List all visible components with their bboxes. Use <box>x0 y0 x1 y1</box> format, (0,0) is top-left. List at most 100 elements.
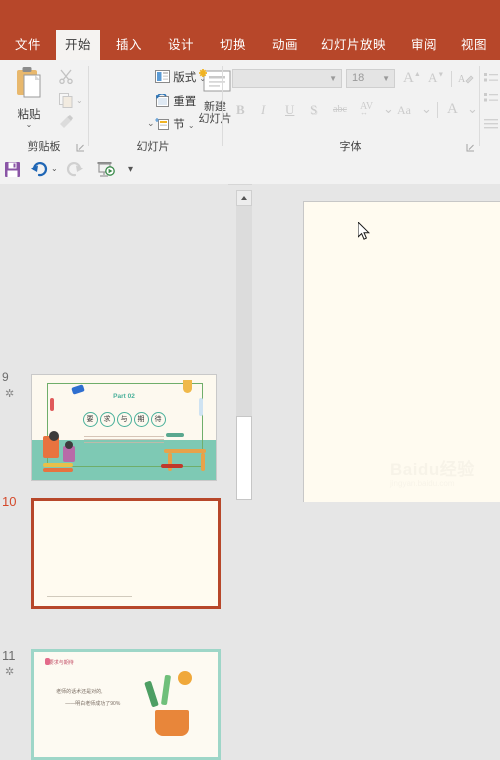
font-color-caret[interactable]: ⌄ <box>467 102 478 115</box>
clipboard-dialog-launcher[interactable] <box>76 143 85 152</box>
ribbon-group-paragraph <box>480 60 500 156</box>
slide-9-title-char: 与 <box>116 411 132 427</box>
slide-thumbnail-pane[interactable]: 9 ✲ Part 02 要求与期待 10 11 ✲ 要求与期待 老师的话术还是对… <box>0 184 228 760</box>
quick-access-toolbar: ⌄ ▾ <box>0 156 500 185</box>
numbered-list-icon <box>484 93 498 102</box>
decrease-font-size-button[interactable]: A▼ <box>428 70 444 86</box>
slide-editor-area[interactable] <box>252 184 500 502</box>
divider <box>437 102 438 118</box>
cut-button[interactable] <box>58 68 74 89</box>
new-slide-dropdown-caret[interactable]: ⌄ <box>147 118 155 129</box>
font-name-combobox[interactable]: ▼ <box>232 69 342 88</box>
italic-button[interactable]: I <box>261 102 265 118</box>
layout-icon <box>155 70 170 83</box>
change-case-button[interactable]: Aa <box>397 103 411 118</box>
slide-9-title-char: 要 <box>82 411 98 427</box>
slide-9-pen-icon <box>50 398 55 412</box>
clipboard-group-label: 剪贴板 <box>27 141 61 153</box>
slide-9-content: Part 02 要求与期待 <box>32 375 216 480</box>
save-button[interactable] <box>4 161 21 183</box>
change-case-caret[interactable]: ⌄ <box>421 102 432 115</box>
scrollbar-thumb[interactable] <box>236 416 252 500</box>
font-size-value: 18 <box>352 72 365 84</box>
undo-dropdown-caret[interactable]: ⌄ <box>51 165 58 173</box>
underline-button[interactable]: U <box>285 102 294 118</box>
ribbon-group-slides: 新建 幻灯片 ⌄ 版式 ⌄ 重置 节 ⌄ 幻灯片 <box>89 60 232 156</box>
layout-label: 版式 <box>173 72 197 84</box>
tab-transitions[interactable]: 切换 <box>211 30 255 60</box>
slide-9-desk <box>164 448 207 453</box>
ribbon-tab-strip: 文件 开始 插入 设计 切换 动画 幻灯片放映 审阅 视图 <box>0 30 500 60</box>
slide-9-animation-icon: ✲ <box>5 388 15 400</box>
slide-thumbnail-10[interactable] <box>31 498 221 609</box>
section-button[interactable]: 节 ⌄ <box>155 116 195 132</box>
tab-slideshow[interactable]: 幻灯片放映 <box>312 30 395 60</box>
slide-thumbnail-9[interactable]: Part 02 要求与期待 <box>31 374 217 481</box>
font-size-combobox[interactable]: 18 ▼ <box>346 69 395 88</box>
title-bar <box>0 0 500 30</box>
slide-9-flask-icon <box>182 380 192 394</box>
tab-review[interactable]: 审阅 <box>402 30 446 60</box>
slide-9-books-4 <box>166 432 185 437</box>
slide-11-heading-icon <box>45 658 51 666</box>
align-left-icon <box>484 119 498 129</box>
slide-number-9: 9 <box>2 370 9 384</box>
align-button[interactable] <box>484 118 498 136</box>
customize-qat-button[interactable]: ▾ <box>128 164 133 175</box>
reset-button[interactable]: 重置 <box>155 93 196 109</box>
reset-label: 重置 <box>173 96 197 108</box>
slide-number-10: 10 <box>2 494 17 509</box>
character-spacing-button[interactable]: AV ↔ <box>360 101 373 117</box>
tab-animations[interactable]: 动画 <box>263 30 307 60</box>
slide-9-tube-icon <box>199 398 204 417</box>
scissors-icon <box>59 69 73 85</box>
start-slideshow-button[interactable] <box>96 160 116 183</box>
slide-10-footer-text <box>46 595 132 599</box>
svg-text:A: A <box>458 74 466 85</box>
format-painter-button[interactable] <box>58 114 74 135</box>
bullet-list-icon <box>484 73 498 82</box>
paste-button[interactable]: 粘贴 ⌄ <box>6 66 52 129</box>
slide-11-pot <box>155 709 190 736</box>
bullets-button[interactable] <box>484 70 498 88</box>
slide-11-content: 要求与期待 老师的话术还是对的, ——明白老师成功了90% <box>34 652 218 757</box>
slide-9-books-2 <box>43 468 74 473</box>
scroll-up-icon <box>241 196 247 200</box>
text-shadow-button[interactable]: S <box>310 102 317 118</box>
tab-file[interactable]: 文件 <box>6 30 50 60</box>
strikethrough-button[interactable]: abc <box>333 104 347 115</box>
start-slideshow-icon <box>97 162 115 177</box>
slide-9-title-char: 期 <box>133 411 149 427</box>
section-label: 节 <box>173 119 185 131</box>
tab-insert[interactable]: 插入 <box>107 30 151 60</box>
watermark-line-1: Baidu经验 <box>390 460 475 479</box>
numbering-button[interactable] <box>484 90 498 108</box>
slide-thumbnail-11[interactable]: 要求与期待 老师的话术还是对的, ——明白老师成功了90% <box>31 649 221 760</box>
character-spacing-caret[interactable]: ⌄ <box>383 102 394 115</box>
redo-button[interactable] <box>66 160 84 183</box>
undo-button[interactable] <box>30 160 48 183</box>
increase-font-size-button[interactable]: A▲ <box>403 70 421 87</box>
layout-button[interactable]: 版式 ⌄ <box>155 69 206 85</box>
watermark-line-2: jingyan.baidu.com <box>390 479 455 488</box>
tab-design[interactable]: 设计 <box>159 30 203 60</box>
slide-number-11: 11 <box>2 648 16 663</box>
ribbon-group-font: ▼ 18 ▼ A▲ A▼ A B I U S abc AV ↔ ⌄ Aa ⌄ A… <box>223 60 478 156</box>
slide-9-books-1 <box>43 463 74 468</box>
section-icon <box>155 118 169 130</box>
font-group-label: 字体 <box>339 141 362 153</box>
thumbnail-pane-scrollbar[interactable] <box>236 190 252 500</box>
copy-dropdown-caret[interactable]: ⌄ <box>76 97 83 105</box>
font-dialog-launcher[interactable] <box>466 143 475 152</box>
copy-button[interactable] <box>58 92 74 113</box>
font-name-caret[interactable]: ▼ <box>329 74 337 83</box>
font-color-button[interactable]: A <box>447 101 458 118</box>
font-size-caret[interactable]: ▼ <box>382 74 390 83</box>
clear-formatting-button[interactable]: A <box>458 71 474 92</box>
scroll-up-button[interactable] <box>236 190 252 206</box>
tab-home[interactable]: 开始 <box>56 30 101 60</box>
bold-button[interactable]: B <box>236 102 245 118</box>
ribbon: 粘贴 ⌄ ⌄ 剪贴板 新建 幻灯片 ⌄ 版式 ⌄ 重置 节 ⌄ 幻灯片 ▼ 18… <box>0 60 500 157</box>
paste-dropdown-caret[interactable]: ⌄ <box>6 121 52 129</box>
tab-view[interactable]: 视图 <box>452 30 496 60</box>
